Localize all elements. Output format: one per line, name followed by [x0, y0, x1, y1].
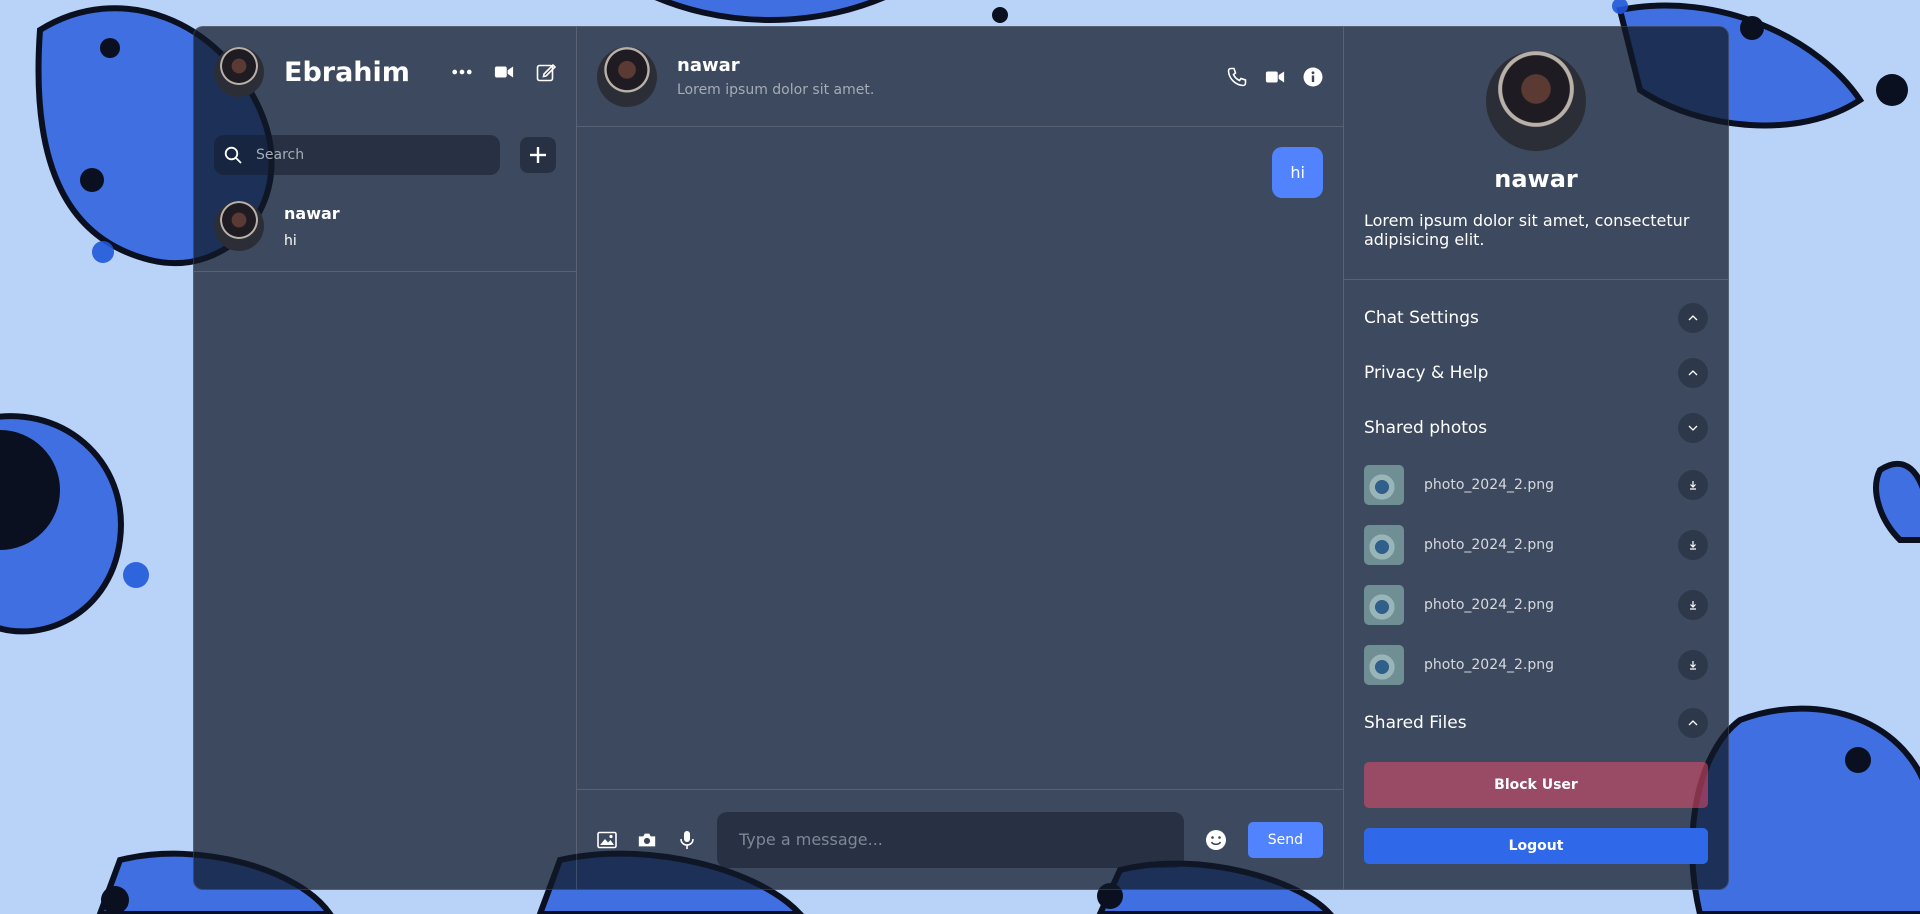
search-bar	[214, 135, 500, 175]
user-info: Ebrahim	[194, 27, 576, 117]
shared-files-option[interactable]: Shared Files	[1364, 695, 1708, 750]
chat-panel: nawar Lorem ipsum dolor sit amet. hi Typ…	[577, 27, 1344, 889]
detail-contact-bio: Lorem ipsum dolor sit amet, consectetur …	[1364, 211, 1690, 249]
chat-list-item[interactable]: nawar hi	[194, 193, 576, 272]
message-input[interactable]	[737, 829, 1164, 850]
download-icon[interactable]	[1678, 650, 1708, 680]
chat-contact-name: nawar	[677, 55, 740, 76]
contact-avatar	[597, 46, 657, 107]
detail-options: Chat Settings Privacy & Help Shared phot…	[1344, 280, 1728, 874]
chevron-down-icon[interactable]	[1678, 412, 1708, 443]
send-button[interactable]: Send	[1247, 821, 1323, 858]
chat-list-panel: Ebrahim Search nawar hi	[194, 27, 577, 889]
download-icon[interactable]	[1678, 530, 1708, 560]
search-input[interactable]	[254, 146, 490, 164]
photo-filename: photo_2024_2.png	[1424, 537, 1555, 553]
info-icon[interactable]	[1303, 67, 1323, 87]
edit-icon[interactable]	[536, 62, 556, 82]
shared-photos-label: Shared photos	[1364, 417, 1488, 438]
block-user-button[interactable]: Block User	[1364, 762, 1708, 808]
add-chat-button[interactable]	[520, 137, 556, 173]
privacy-help-option[interactable]: Privacy & Help	[1364, 345, 1708, 400]
shared-photos-option[interactable]: Shared photos	[1364, 400, 1708, 455]
chevron-up-icon[interactable]	[1678, 707, 1708, 738]
chat-item-last-message: hi	[284, 232, 297, 249]
photo-thumbnail	[1364, 645, 1404, 685]
search-row	[194, 117, 576, 193]
video-call-icon[interactable]	[1265, 67, 1285, 87]
user-avatar	[214, 47, 264, 97]
chat-item-name: nawar	[284, 203, 340, 223]
photo-thumbnail	[1364, 525, 1404, 565]
camera-icon[interactable]	[637, 830, 657, 850]
chevron-up-icon[interactable]	[1678, 357, 1708, 388]
video-icon[interactable]	[494, 62, 514, 82]
chevron-up-icon[interactable]	[1678, 302, 1708, 333]
detail-panel: nawar Lorem ipsum dolor sit amet, consec…	[1344, 27, 1728, 889]
microphone-icon[interactable]	[677, 830, 697, 850]
detail-contact-name: nawar	[1494, 165, 1578, 193]
contact-profile: nawar Lorem ipsum dolor sit amet, consec…	[1344, 27, 1728, 280]
photo-filename: photo_2024_2.png	[1424, 657, 1555, 673]
contact-profile-avatar	[1486, 51, 1586, 151]
chat-app-window: Ebrahim Search nawar hi nawar Lorem ipsu…	[193, 26, 1729, 890]
image-icon[interactable]	[597, 830, 617, 850]
shared-photo-item: photo_2024_2.png	[1364, 455, 1708, 515]
download-icon[interactable]	[1678, 470, 1708, 500]
shared-files-label: Shared Files	[1364, 712, 1467, 733]
user-name: Ebrahim	[284, 56, 410, 88]
message-input-wrapper	[717, 811, 1184, 868]
chat-settings-label: Chat Settings	[1364, 307, 1479, 328]
chat-contact-status: Lorem ipsum dolor sit amet.	[677, 82, 875, 98]
contact-avatar	[214, 201, 264, 251]
more-icon[interactable]	[452, 62, 472, 82]
chat-settings-option[interactable]: Chat Settings	[1364, 290, 1708, 345]
chat-header: nawar Lorem ipsum dolor sit amet.	[577, 27, 1343, 127]
shared-photo-item: photo_2024_2.png	[1364, 515, 1708, 575]
photo-thumbnail	[1364, 465, 1404, 505]
shared-photo-item: photo_2024_2.png	[1364, 635, 1708, 695]
download-icon[interactable]	[1678, 590, 1708, 620]
own-message: hi	[1272, 147, 1323, 198]
plus-icon	[530, 147, 546, 163]
logout-button[interactable]: Logout	[1364, 828, 1708, 864]
photo-thumbnail	[1364, 585, 1404, 625]
search-icon	[224, 145, 242, 165]
shared-photo-item: photo_2024_2.png	[1364, 575, 1708, 635]
message-area: hi	[577, 127, 1343, 790]
photo-filename: photo_2024_2.png	[1424, 477, 1555, 493]
photo-filename: photo_2024_2.png	[1424, 597, 1555, 613]
phone-icon[interactable]	[1227, 67, 1247, 87]
emoji-icon[interactable]	[1204, 828, 1228, 852]
privacy-help-label: Privacy & Help	[1364, 362, 1489, 383]
chat-input-bar: Send	[577, 790, 1343, 889]
